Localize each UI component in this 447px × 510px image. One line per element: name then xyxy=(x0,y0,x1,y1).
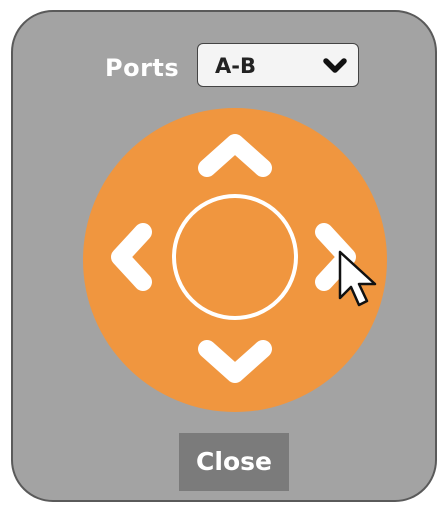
close-button[interactable]: Close xyxy=(179,433,289,491)
mouse-pointer-icon xyxy=(338,250,377,307)
ports-label: Ports xyxy=(105,54,180,82)
ports-dropdown[interactable]: A-B xyxy=(197,43,359,87)
chevron-down-icon xyxy=(323,58,347,73)
ports-selected-value: A-B xyxy=(215,54,256,78)
